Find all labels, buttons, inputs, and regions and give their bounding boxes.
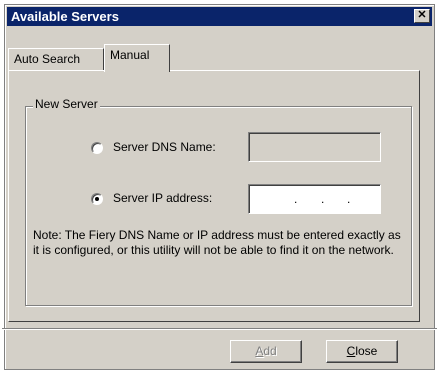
ip-separator-3: .: [347, 192, 351, 206]
close-window-icon[interactable]: ✕: [414, 9, 430, 23]
server-dns-name-field[interactable]: [248, 132, 381, 162]
ip-separator-1: .: [294, 192, 298, 206]
tab-auto-search[interactable]: Auto Search: [8, 48, 104, 70]
server-ip-address-label[interactable]: Server IP address:: [113, 191, 212, 205]
close-button[interactable]: Close: [326, 340, 398, 363]
tab-manual-label: Manual: [110, 48, 150, 62]
radio-selected-dot: [95, 197, 99, 201]
button-separator: [2, 328, 437, 330]
add-button[interactable]: Add: [230, 340, 302, 363]
new-server-group-label: New Server: [33, 97, 100, 111]
ip-separator-2: .: [321, 192, 325, 206]
close-button-label: lose: [355, 344, 378, 358]
server-dns-name-label[interactable]: Server DNS Name:: [113, 140, 216, 154]
tab-manual[interactable]: Manual: [104, 44, 170, 72]
note-text: Note: The Fiery DNS Name or IP address m…: [33, 228, 401, 257]
server-ip-address-field[interactable]: . . .: [248, 184, 381, 214]
server-ip-address-radio[interactable]: [91, 193, 103, 205]
window-title: Available Servers: [11, 9, 119, 24]
title-bar[interactable]: Available Servers ✕: [7, 7, 432, 26]
tab-auto-search-label: Auto Search: [14, 52, 81, 66]
server-dns-name-radio[interactable]: [91, 142, 103, 154]
add-button-label: dd: [263, 344, 277, 358]
